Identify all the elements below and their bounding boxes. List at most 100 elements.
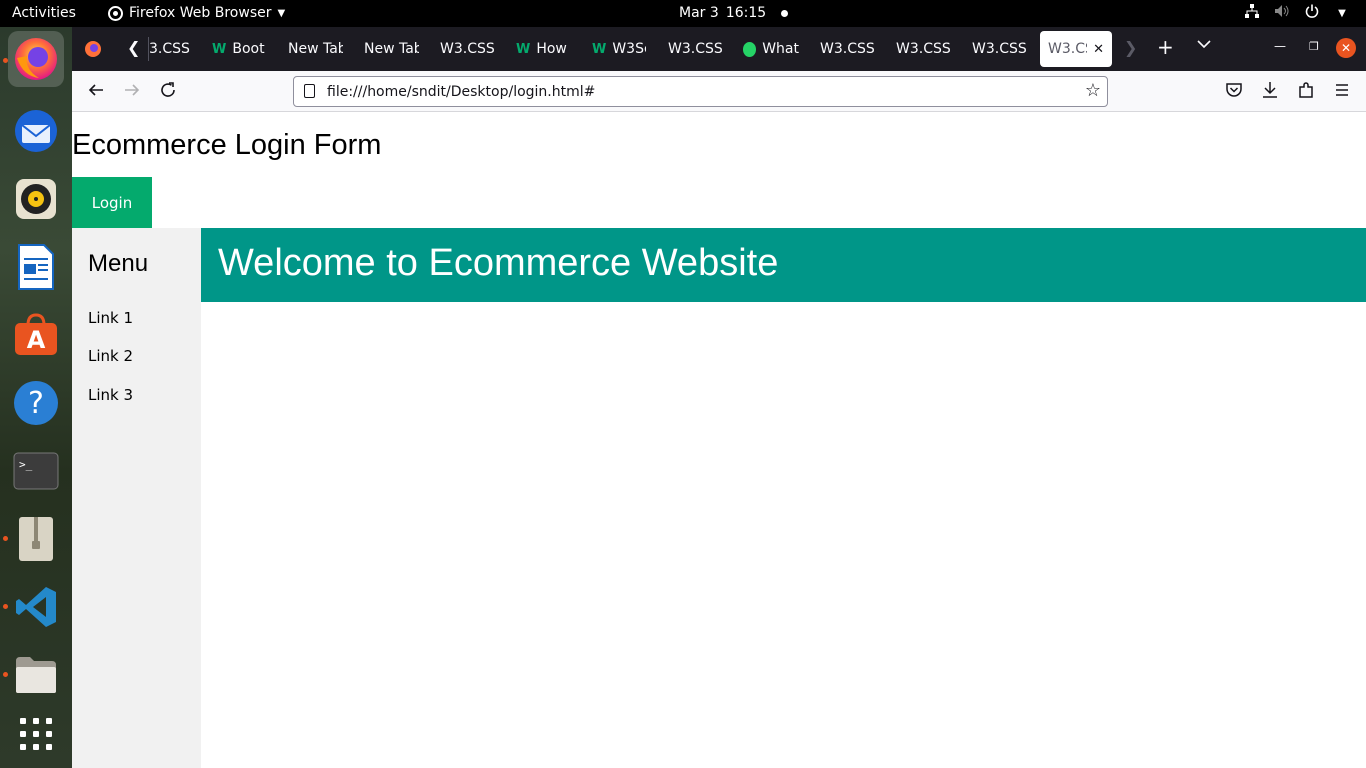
login-button[interactable]: Login xyxy=(72,177,152,228)
clock-date: Mar 3 xyxy=(679,5,719,21)
whatsapp-icon xyxy=(743,41,757,57)
firefox-icon xyxy=(15,38,57,80)
reload-icon[interactable] xyxy=(159,81,177,104)
tab-6[interactable]: W W3Sc xyxy=(592,31,646,67)
page-icon xyxy=(304,84,315,98)
power-icon xyxy=(1304,4,1320,22)
tab-4[interactable]: W3.CSS xyxy=(440,31,496,67)
w3-icon: W xyxy=(212,41,227,57)
scroll-tabs-right-icon[interactable]: ❯ xyxy=(1124,38,1137,57)
forward-icon[interactable] xyxy=(123,81,141,104)
pocket-icon[interactable] xyxy=(1225,81,1243,103)
dock-terminal[interactable]: >_ xyxy=(8,443,64,499)
list-all-tabs-icon[interactable] xyxy=(1197,37,1211,53)
menu-hamburger-icon[interactable] xyxy=(1333,81,1351,103)
sidebar-link-1[interactable]: Link 1 xyxy=(88,309,133,327)
writer-icon xyxy=(18,244,54,290)
scroll-tabs-left-icon[interactable]: ❮ xyxy=(127,38,140,57)
sidebar-menu: Menu Link 1 Link 2 Link 3 xyxy=(72,228,201,768)
tab-11[interactable]: W3.CSS xyxy=(972,31,1028,67)
tab-7[interactable]: W3.CSS xyxy=(668,31,724,67)
archive-icon xyxy=(19,517,53,561)
tab-10[interactable]: W3.CSS xyxy=(896,31,952,67)
web-page: Ecommerce Login Form Login Menu Link 1 L… xyxy=(72,112,1366,768)
menu-title: Menu xyxy=(88,250,149,277)
tab-label: New Tab xyxy=(288,41,343,57)
minimize-icon[interactable]: — xyxy=(1274,39,1286,53)
tab-label: W3.CSS xyxy=(896,41,951,57)
dock-rhythmbox[interactable] xyxy=(8,171,64,227)
dock-help[interactable]: ? xyxy=(8,375,64,431)
terminal-icon: >_ xyxy=(13,452,59,490)
dock-vscode[interactable] xyxy=(8,579,64,635)
files-icon xyxy=(16,657,56,693)
tab-2[interactable]: New Tab xyxy=(288,31,343,67)
svg-text:A: A xyxy=(27,326,46,354)
help-icon: ? xyxy=(14,381,58,425)
window-close-icon[interactable]: ✕ xyxy=(1336,38,1356,58)
tab-label: W3.CSS xyxy=(820,41,875,57)
dock-ubuntu-software[interactable]: A xyxy=(8,307,64,363)
firefox-view-icon[interactable] xyxy=(84,40,102,62)
page-title: Ecommerce Login Form xyxy=(72,129,382,161)
back-icon[interactable] xyxy=(87,81,105,104)
tab-5[interactable]: W How xyxy=(516,31,570,67)
svg-text:>_: >_ xyxy=(19,458,33,471)
tab-12-active[interactable]: W3.CSS ✕ xyxy=(1040,31,1112,67)
close-tab-icon[interactable]: ✕ xyxy=(1093,42,1104,57)
bookmark-star-icon[interactable]: ☆ xyxy=(1085,80,1101,101)
app-menu[interactable]: Firefox Web Browser ▼ xyxy=(108,5,285,21)
url-text[interactable]: file:///home/sndit/Desktop/login.html# xyxy=(327,84,595,100)
notification-dot-icon xyxy=(781,9,789,17)
tab-1[interactable]: W Boot xyxy=(212,31,270,67)
sidebar-link-2[interactable]: Link 2 xyxy=(88,347,133,365)
rhythmbox-icon xyxy=(16,179,56,219)
sidebar-link-3[interactable]: Link 3 xyxy=(88,386,133,404)
app-grid-icon xyxy=(20,718,52,750)
tab-label: W3.CSS xyxy=(440,41,495,57)
dock-show-apps[interactable] xyxy=(8,706,64,762)
tab-0[interactable]: 3.CSS xyxy=(149,31,191,67)
tab-label: How xyxy=(536,41,567,57)
thunderbird-icon xyxy=(15,110,57,152)
app-menu-label: Firefox Web Browser xyxy=(129,5,272,21)
clock[interactable]: Mar 3 16:15 xyxy=(679,5,789,21)
vscode-icon xyxy=(16,587,56,627)
tab-label: W3.CSS xyxy=(668,41,723,57)
tab-label: 3.CSS xyxy=(149,41,190,57)
new-tab-icon[interactable]: + xyxy=(1157,35,1174,59)
dock-files[interactable] xyxy=(8,647,64,703)
tab-label: W3Sc xyxy=(612,41,646,57)
gnome-top-bar: Activities Firefox Web Browser ▼ Mar 3 1… xyxy=(0,0,1366,27)
tab-bar: ❮ 3.CSS W Boot New Tab New Tab W3.CSS W … xyxy=(72,27,1366,71)
dock-archive-manager[interactable] xyxy=(8,511,64,567)
caret-down-icon: ▼ xyxy=(277,7,286,19)
dock-thunderbird[interactable] xyxy=(8,103,64,159)
url-bar[interactable]: file:///home/sndit/Desktop/login.html# ☆ xyxy=(293,76,1108,107)
dock-writer[interactable] xyxy=(8,239,64,295)
dock: A ? >_ xyxy=(0,27,72,768)
software-icon: A xyxy=(15,313,57,355)
extensions-icon[interactable] xyxy=(1297,81,1315,103)
w3-icon: W xyxy=(516,41,531,57)
welcome-heading: Welcome to Ecommerce Website xyxy=(218,242,779,284)
dock-firefox[interactable] xyxy=(8,31,64,87)
welcome-banner: Welcome to Ecommerce Website xyxy=(201,228,1366,302)
navigation-toolbar: file:///home/sndit/Desktop/login.html# ☆ xyxy=(72,71,1366,112)
tab-label: W3.CSS xyxy=(972,41,1027,57)
svg-text:?: ? xyxy=(28,386,44,421)
tab-3[interactable]: New Tab xyxy=(364,31,419,67)
system-tray[interactable]: ▼ xyxy=(1244,4,1350,22)
caret-down-icon: ▼ xyxy=(1338,7,1346,19)
downloads-icon[interactable] xyxy=(1261,81,1279,103)
w3-icon: W xyxy=(592,41,607,57)
activities-button[interactable]: Activities xyxy=(12,5,76,21)
tab-label: Boot xyxy=(232,41,265,57)
restore-icon[interactable]: ❐ xyxy=(1309,40,1319,53)
tab-8[interactable]: What xyxy=(743,31,799,67)
tab-label: What xyxy=(762,41,799,57)
firefox-app-icon xyxy=(108,5,123,21)
tab-label: W3.CSS xyxy=(1048,41,1087,57)
tab-9[interactable]: W3.CSS xyxy=(820,31,876,67)
volume-muted-icon xyxy=(1274,4,1290,22)
